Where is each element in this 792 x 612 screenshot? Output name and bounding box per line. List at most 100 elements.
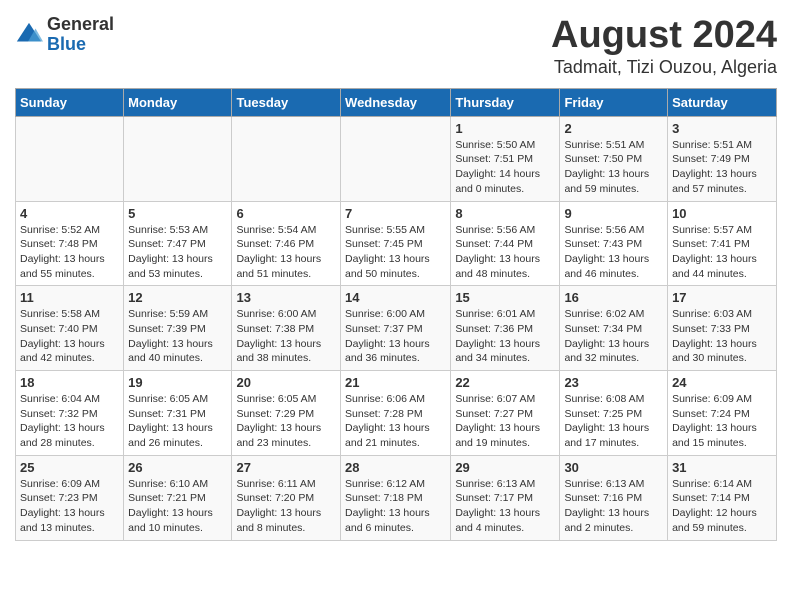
day-info: Sunrise: 6:10 AM Sunset: 7:21 PM Dayligh…	[128, 477, 227, 536]
day-info: Sunrise: 5:52 AM Sunset: 7:48 PM Dayligh…	[20, 223, 119, 282]
logo-general-text: General	[47, 15, 114, 35]
day-info: Sunrise: 5:53 AM Sunset: 7:47 PM Dayligh…	[128, 223, 227, 282]
day-number: 19	[128, 375, 227, 390]
calendar-cell: 16 Sunrise: 6:02 AM Sunset: 7:34 PM Dayli…	[560, 286, 668, 371]
calendar-cell: 23Sunrise: 6:08 AM Sunset: 7:25 PM Dayli…	[560, 371, 668, 456]
day-number: 25	[20, 460, 119, 475]
day-number: 15	[455, 290, 555, 305]
calendar-cell: 25 Sunrise: 6:09 AM Sunset: 7:23 PM Dayli…	[16, 455, 124, 540]
day-info: Sunrise: 6:03 AM Sunset: 7:33 PM Dayligh…	[672, 307, 772, 366]
day-number: 31	[672, 460, 772, 475]
day-number: 9	[564, 206, 663, 221]
day-number: 18	[20, 375, 119, 390]
calendar-cell: 13 Sunrise: 6:00 AM Sunset: 7:38 PM Dayli…	[232, 286, 341, 371]
calendar-cell: 27Sunrise: 6:11 AM Sunset: 7:20 PM Dayli…	[232, 455, 341, 540]
day-info: Sunrise: 6:01 AM Sunset: 7:36 PM Dayligh…	[455, 307, 555, 366]
day-info: Sunrise: 6:12 AM Sunset: 7:18 PM Dayligh…	[345, 477, 446, 536]
logo-icon	[15, 21, 43, 49]
day-info: Sunrise: 6:02 AM Sunset: 7:34 PM Dayligh…	[564, 307, 663, 366]
header-monday: Monday	[124, 88, 232, 116]
day-number: 13	[236, 290, 336, 305]
calendar-cell: 2 Sunrise: 5:51 AM Sunset: 7:50 PM Daylig…	[560, 116, 668, 201]
calendar-cell: 1 Sunrise: 5:50 AM Sunset: 7:51 PM Daylig…	[451, 116, 560, 201]
calendar-cell	[232, 116, 341, 201]
day-info: Sunrise: 6:00 AM Sunset: 7:37 PM Dayligh…	[345, 307, 446, 366]
day-info: Sunrise: 6:14 AM Sunset: 7:14 PM Dayligh…	[672, 477, 772, 536]
calendar-cell: 29Sunrise: 6:13 AM Sunset: 7:17 PM Dayli…	[451, 455, 560, 540]
calendar-cell: 9 Sunrise: 5:56 AM Sunset: 7:43 PM Daylig…	[560, 201, 668, 286]
calendar-cell: 21 Sunrise: 6:06 AM Sunset: 7:28 PM Dayli…	[341, 371, 451, 456]
day-number: 30	[564, 460, 663, 475]
calendar-cell: 31 Sunrise: 6:14 AM Sunset: 7:14 PM Dayli…	[668, 455, 777, 540]
day-number: 12	[128, 290, 227, 305]
day-info: Sunrise: 6:09 AM Sunset: 7:24 PM Dayligh…	[672, 392, 772, 451]
calendar-cell	[341, 116, 451, 201]
calendar-cell: 10Sunrise: 5:57 AM Sunset: 7:41 PM Dayli…	[668, 201, 777, 286]
calendar-cell: 17 Sunrise: 6:03 AM Sunset: 7:33 PM Dayli…	[668, 286, 777, 371]
calendar-cell: 11Sunrise: 5:58 AM Sunset: 7:40 PM Dayli…	[16, 286, 124, 371]
calendar-cell: 19 Sunrise: 6:05 AM Sunset: 7:31 PM Dayli…	[124, 371, 232, 456]
day-info: Sunrise: 6:07 AM Sunset: 7:27 PM Dayligh…	[455, 392, 555, 451]
day-number: 8	[455, 206, 555, 221]
calendar-cell: 7 Sunrise: 5:55 AM Sunset: 7:45 PM Daylig…	[341, 201, 451, 286]
day-number: 26	[128, 460, 227, 475]
day-info: Sunrise: 6:00 AM Sunset: 7:38 PM Dayligh…	[236, 307, 336, 366]
day-info: Sunrise: 6:11 AM Sunset: 7:20 PM Dayligh…	[236, 477, 336, 536]
day-number: 4	[20, 206, 119, 221]
day-number: 5	[128, 206, 227, 221]
day-info: Sunrise: 5:51 AM Sunset: 7:49 PM Dayligh…	[672, 138, 772, 197]
day-info: Sunrise: 6:04 AM Sunset: 7:32 PM Dayligh…	[20, 392, 119, 451]
day-number: 17	[672, 290, 772, 305]
calendar-cell	[124, 116, 232, 201]
day-info: Sunrise: 5:50 AM Sunset: 7:51 PM Dayligh…	[455, 138, 555, 197]
day-number: 28	[345, 460, 446, 475]
calendar-cell: 22 Sunrise: 6:07 AM Sunset: 7:27 PM Dayli…	[451, 371, 560, 456]
calendar-week-3: 11Sunrise: 5:58 AM Sunset: 7:40 PM Dayli…	[16, 286, 777, 371]
calendar-week-5: 25 Sunrise: 6:09 AM Sunset: 7:23 PM Dayli…	[16, 455, 777, 540]
day-info: Sunrise: 6:09 AM Sunset: 7:23 PM Dayligh…	[20, 477, 119, 536]
header-thursday: Thursday	[451, 88, 560, 116]
day-number: 7	[345, 206, 446, 221]
day-number: 24	[672, 375, 772, 390]
day-info: Sunrise: 6:05 AM Sunset: 7:29 PM Dayligh…	[236, 392, 336, 451]
day-info: Sunrise: 5:51 AM Sunset: 7:50 PM Dayligh…	[564, 138, 663, 197]
day-number: 21	[345, 375, 446, 390]
day-number: 14	[345, 290, 446, 305]
calendar-cell: 3 Sunrise: 5:51 AM Sunset: 7:49 PM Daylig…	[668, 116, 777, 201]
calendar-cell: 18 Sunrise: 6:04 AM Sunset: 7:32 PM Dayli…	[16, 371, 124, 456]
day-number: 1	[455, 121, 555, 136]
calendar-cell: 5 Sunrise: 5:53 AM Sunset: 7:47 PM Daylig…	[124, 201, 232, 286]
header-sunday: Sunday	[16, 88, 124, 116]
calendar-week-1: 1 Sunrise: 5:50 AM Sunset: 7:51 PM Daylig…	[16, 116, 777, 201]
day-number: 6	[236, 206, 336, 221]
logo-blue-text: Blue	[47, 35, 114, 55]
day-info: Sunrise: 6:06 AM Sunset: 7:28 PM Dayligh…	[345, 392, 446, 451]
calendar-cell: 14 Sunrise: 6:00 AM Sunset: 7:37 PM Dayli…	[341, 286, 451, 371]
day-number: 16	[564, 290, 663, 305]
calendar-cell: 12 Sunrise: 5:59 AM Sunset: 7:39 PM Dayli…	[124, 286, 232, 371]
calendar-cell	[16, 116, 124, 201]
calendar-cell: 26 Sunrise: 6:10 AM Sunset: 7:21 PM Dayli…	[124, 455, 232, 540]
calendar-week-4: 18 Sunrise: 6:04 AM Sunset: 7:32 PM Dayli…	[16, 371, 777, 456]
day-info: Sunrise: 6:13 AM Sunset: 7:16 PM Dayligh…	[564, 477, 663, 536]
calendar-cell: 20 Sunrise: 6:05 AM Sunset: 7:29 PM Dayli…	[232, 371, 341, 456]
page-header: General Blue August 2024 Tadmait, Tizi O…	[15, 15, 777, 78]
day-number: 22	[455, 375, 555, 390]
day-number: 20	[236, 375, 336, 390]
logo: General Blue	[15, 15, 114, 55]
day-info: Sunrise: 5:55 AM Sunset: 7:45 PM Dayligh…	[345, 223, 446, 282]
day-number: 2	[564, 121, 663, 136]
day-info: Sunrise: 6:08 AM Sunset: 7:25 PM Dayligh…	[564, 392, 663, 451]
day-number: 10	[672, 206, 772, 221]
calendar-cell: 24 Sunrise: 6:09 AM Sunset: 7:24 PM Dayli…	[668, 371, 777, 456]
header-wednesday: Wednesday	[341, 88, 451, 116]
calendar-cell: 15 Sunrise: 6:01 AM Sunset: 7:36 PM Dayli…	[451, 286, 560, 371]
calendar-cell: 8Sunrise: 5:56 AM Sunset: 7:44 PM Daylig…	[451, 201, 560, 286]
calendar-header-row: SundayMondayTuesdayWednesdayThursdayFrid…	[16, 88, 777, 116]
day-number: 3	[672, 121, 772, 136]
day-info: Sunrise: 5:56 AM Sunset: 7:43 PM Dayligh…	[564, 223, 663, 282]
header-tuesday: Tuesday	[232, 88, 341, 116]
day-info: Sunrise: 6:05 AM Sunset: 7:31 PM Dayligh…	[128, 392, 227, 451]
calendar-title: August 2024	[551, 15, 777, 57]
day-info: Sunrise: 5:59 AM Sunset: 7:39 PM Dayligh…	[128, 307, 227, 366]
